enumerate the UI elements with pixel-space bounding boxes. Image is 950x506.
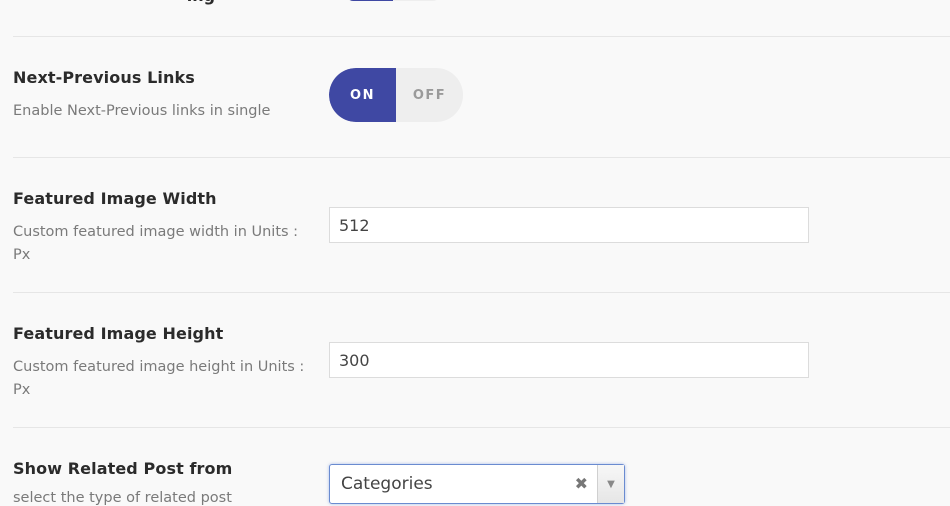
featured-width-description: Custom featured image width in Units : P… [13,224,299,263]
next-previous-title: Next-Previous Links [13,68,195,87]
previous-setting-toggle[interactable] [347,0,439,1]
divider [13,36,950,37]
next-previous-description: Enable Next-Previous links in single [13,103,271,119]
related-post-select[interactable]: Categories ✖ ▼ [329,464,625,504]
featured-width-input[interactable] [329,207,809,243]
featured-height-input[interactable] [329,342,809,378]
divider [13,157,950,158]
divider [13,292,950,293]
clear-icon[interactable]: ✖ [575,474,588,493]
toggle-on-option[interactable]: ON [329,68,396,122]
next-previous-toggle[interactable]: ON OFF [329,68,463,122]
featured-height-description: Custom featured image height in Units : … [13,359,305,398]
featured-height-title: Featured Image Height [13,324,224,343]
related-post-selected-value: Categories [341,474,433,494]
dropdown-arrow-icon[interactable]: ▼ [597,465,624,503]
related-post-title: Show Related Post from [13,459,233,478]
divider [13,427,950,428]
featured-width-title: Featured Image Width [13,189,217,208]
toggle-off-option[interactable]: OFF [396,68,463,122]
previous-setting-title: Enable Sticky Heading [13,0,215,5]
related-post-description: select the type of related post [13,490,232,506]
